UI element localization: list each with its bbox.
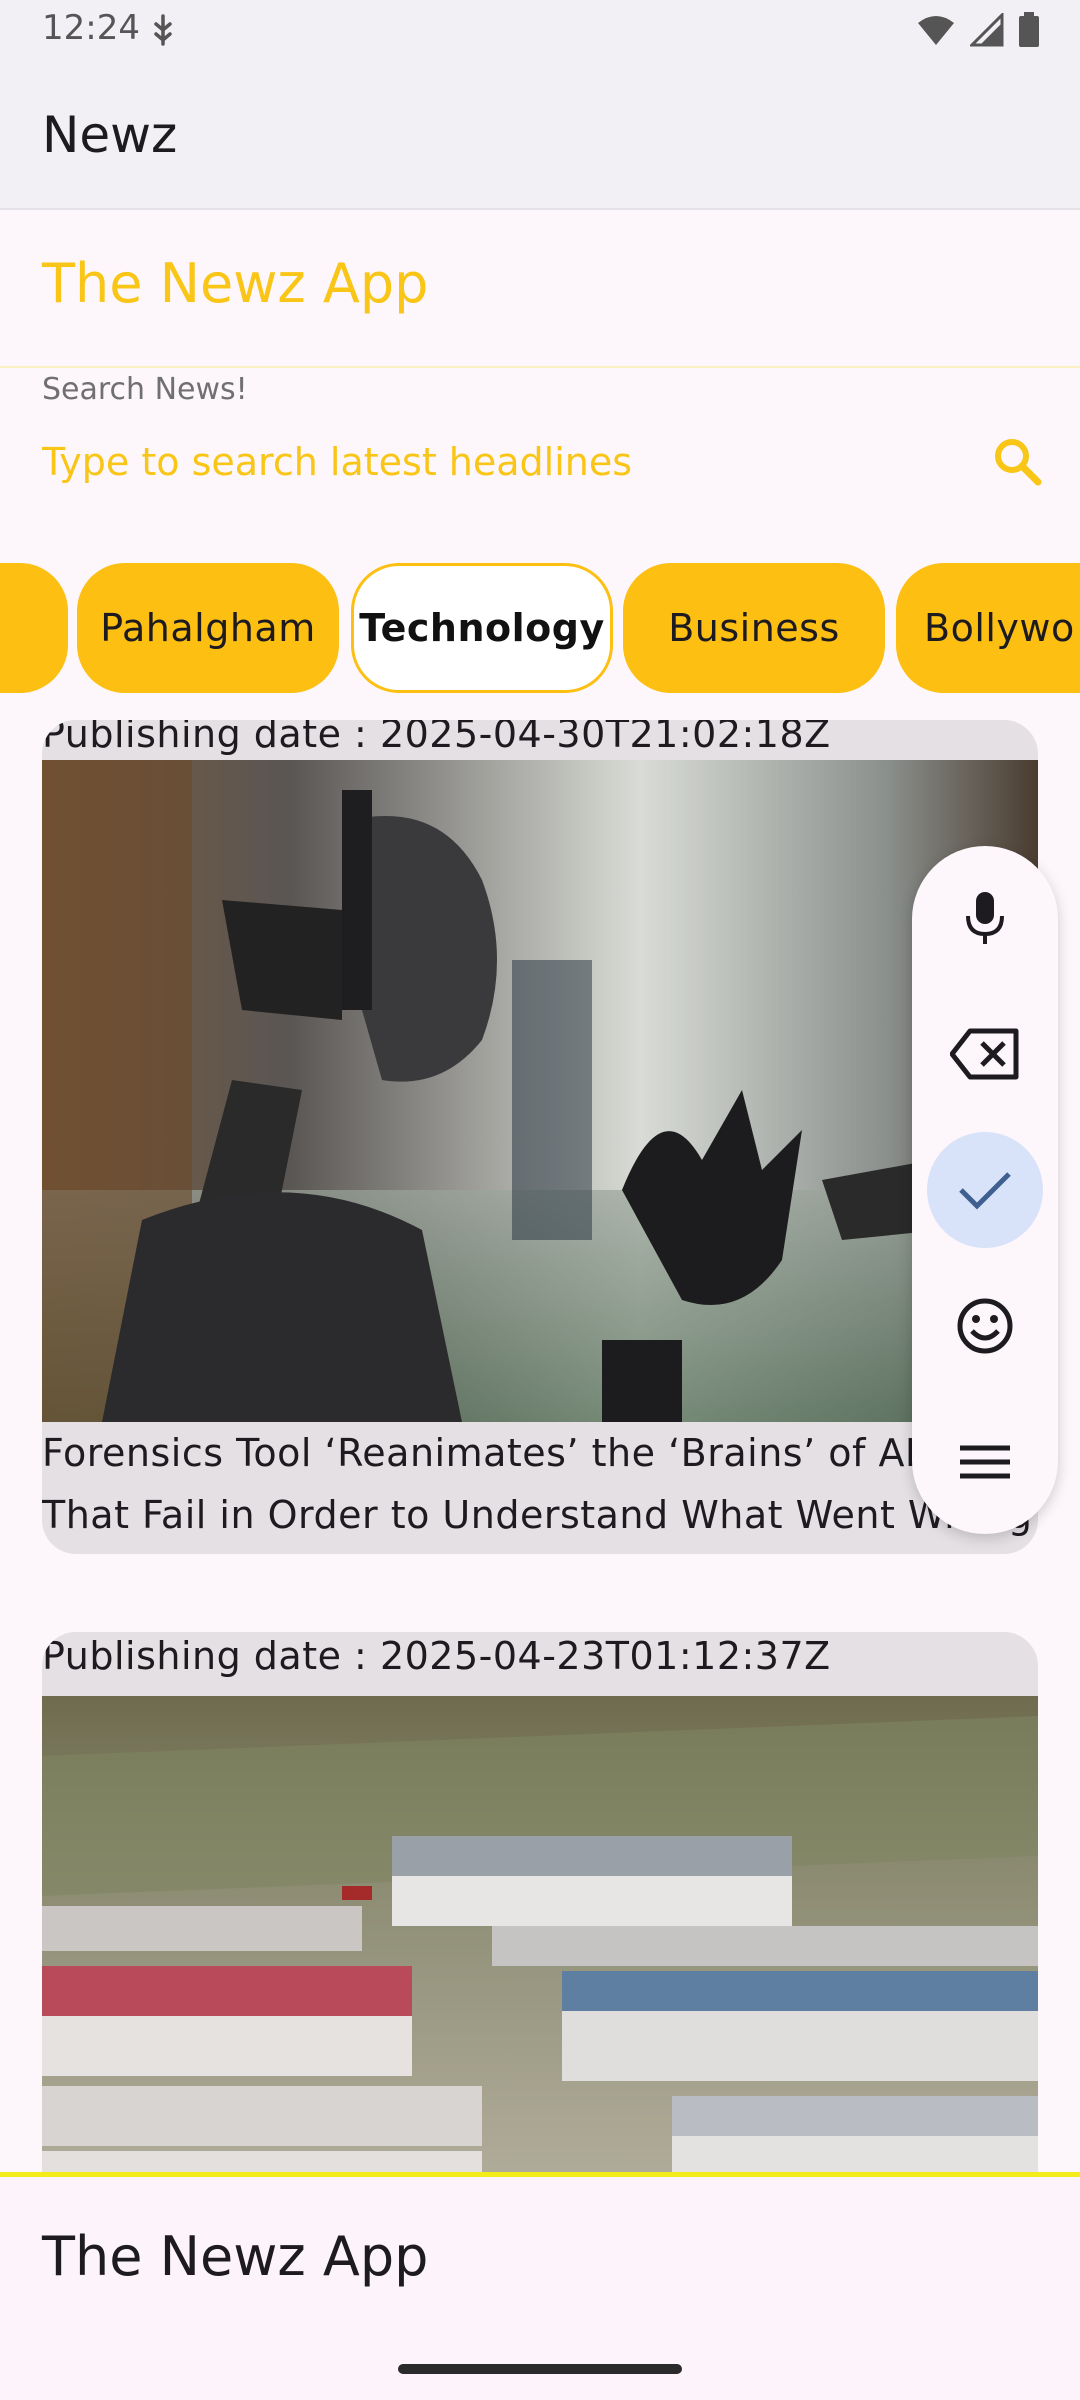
usb-debug-icon — [150, 14, 176, 52]
publishing-date: Publishing date : 2025-04-23T01:12:37Z — [42, 1634, 831, 1678]
chip-business[interactable]: Business — [623, 563, 885, 693]
top-app-bar: Newz — [0, 62, 1080, 210]
search-label: Search News! — [42, 372, 248, 407]
signal-icon — [968, 11, 1004, 51]
article-title-line: That Fail in Order to Understand What We… — [42, 1493, 1033, 1537]
bottom-bar-title: The Newz App — [42, 2225, 429, 2288]
check-icon[interactable] — [927, 1132, 1043, 1248]
news-card[interactable]: Publishing date : 2025-04-30T21:02:18Z F… — [42, 720, 1038, 1554]
news-card[interactable]: Publishing date : 2025-04-23T01:12:37Z — [42, 1632, 1038, 2174]
article-image — [42, 1696, 1038, 2174]
menu-icon[interactable] — [927, 1404, 1043, 1520]
app-bar-title: Newz — [42, 106, 178, 164]
status-time: 12:24 — [42, 8, 140, 48]
wifi-icon — [916, 13, 956, 51]
battery-icon — [1018, 12, 1040, 52]
home-indicator[interactable] — [398, 2364, 682, 2374]
backspace-icon[interactable] — [927, 996, 1043, 1112]
search-input[interactable] — [42, 432, 972, 492]
microphone-icon[interactable] — [927, 860, 1043, 976]
article-title-line: Forensics Tool ‘Reanimates’ the ‘Brains’… — [42, 1431, 937, 1475]
emoji-icon[interactable] — [927, 1268, 1043, 1384]
category-chips: Pahalgham Technology Business Bollywo — [0, 563, 1080, 693]
status-bar: 12:24 — [0, 0, 1080, 62]
search-icon[interactable] — [988, 432, 1048, 492]
chip-bollywood[interactable]: Bollywo — [896, 563, 1080, 693]
chip-pahalgham[interactable]: Pahalgham — [77, 563, 339, 693]
chip-technology[interactable]: Technology — [351, 563, 613, 693]
divider — [0, 366, 1080, 368]
brand-title: The Newz App — [42, 252, 429, 315]
bottom-bar: The Newz App — [0, 2177, 1080, 2400]
article-image — [42, 760, 1038, 1422]
keyboard-toolbar — [912, 846, 1058, 1534]
publishing-date: Publishing date : 2025-04-30T21:02:18Z — [42, 720, 831, 756]
chip-partial[interactable] — [0, 563, 68, 693]
